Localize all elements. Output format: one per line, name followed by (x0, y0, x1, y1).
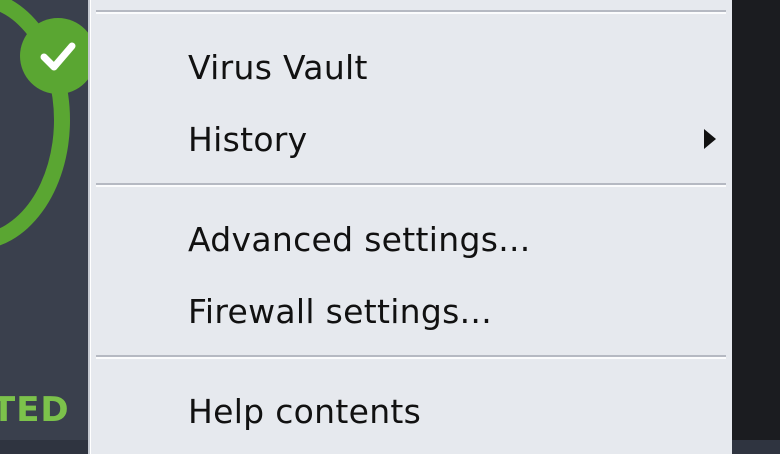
protection-status-subtitle: TED (0, 390, 70, 430)
checkmark-icon (20, 18, 96, 94)
chevron-right-icon (704, 129, 716, 149)
menu-separator (96, 355, 726, 359)
menu-item-help-contents[interactable]: Help contents (90, 376, 732, 446)
menu-item-label: Firewall settings... (188, 292, 492, 331)
menu-separator (96, 183, 726, 187)
menu-item-label: Advanced settings... (188, 220, 531, 259)
background-strip (730, 0, 780, 440)
menu-item-advanced-settings[interactable]: Advanced settings... (90, 204, 732, 274)
menu-item-virus-vault[interactable]: Virus Vault (90, 32, 732, 102)
menu-item-history[interactable]: History (90, 104, 732, 174)
menu-item-firewall-settings[interactable]: Firewall settings... (90, 276, 732, 346)
app-status-panel: il TED (0, 0, 100, 440)
menu-separator (96, 10, 726, 14)
context-menu: Virus Vault History Advanced settings...… (88, 0, 732, 454)
menu-item-label: Virus Vault (188, 48, 368, 87)
menu-item-label: History (188, 120, 308, 159)
menu-item-label: Help contents (188, 392, 421, 431)
